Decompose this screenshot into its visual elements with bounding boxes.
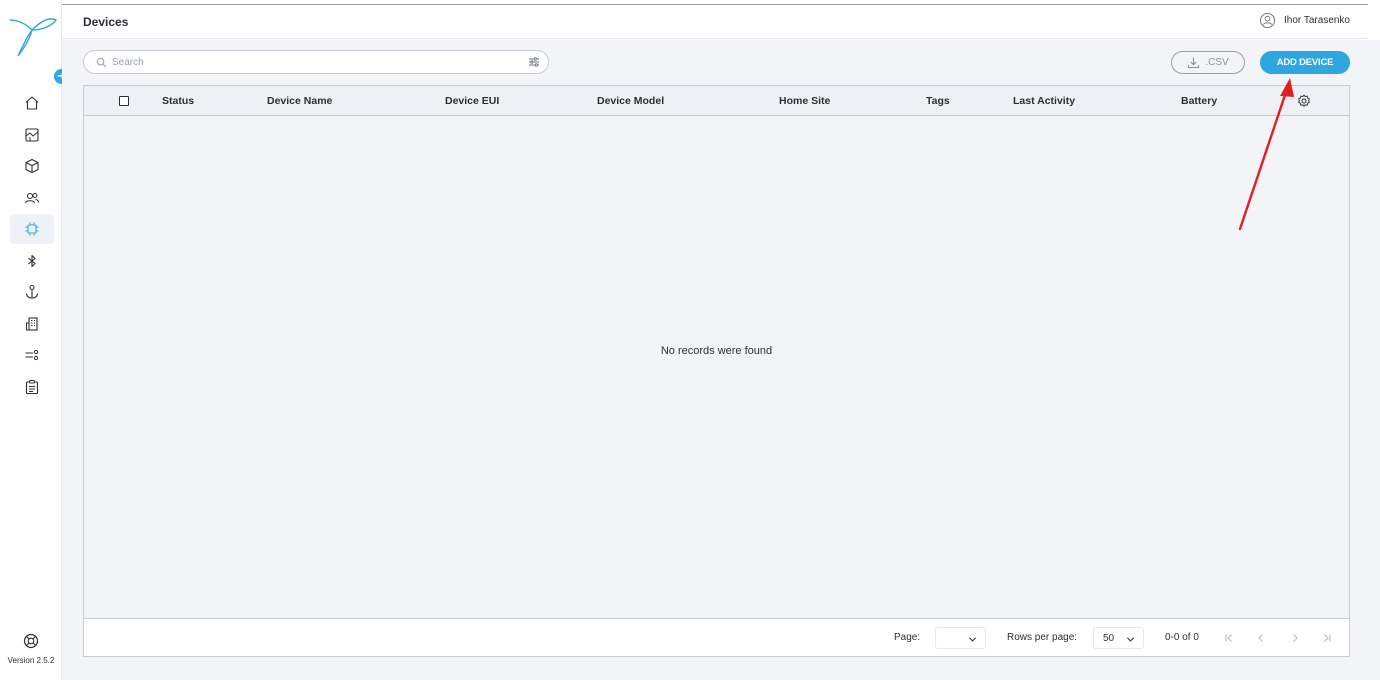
- user-name: Ihor Tarasenko: [1284, 15, 1350, 26]
- rows-per-page-select[interactable]: 50: [1093, 627, 1144, 649]
- add-device-button[interactable]: ADD DEVICE: [1260, 51, 1350, 74]
- column-header-status[interactable]: Status: [162, 95, 194, 107]
- sidebar-item-home[interactable]: [10, 88, 54, 118]
- column-header-battery[interactable]: Battery: [1181, 95, 1217, 107]
- sidebar-item-assets[interactable]: [10, 151, 54, 181]
- empty-state-message: No records were found: [660, 345, 773, 357]
- sidebar-item-devices[interactable]: [10, 214, 54, 244]
- select-all-checkbox[interactable]: [119, 96, 129, 106]
- rules-icon: [25, 349, 39, 361]
- column-header-home-site[interactable]: Home Site: [779, 95, 830, 107]
- filter-sliders-icon[interactable]: [528, 56, 540, 68]
- next-page-button[interactable]: [1285, 628, 1305, 648]
- anchor-icon: [25, 284, 39, 299]
- chevron-down-icon: [968, 637, 977, 642]
- last-page-icon: [1324, 634, 1331, 642]
- export-csv-button[interactable]: .CSV: [1171, 51, 1245, 74]
- sidebar-item-bluetooth[interactable]: [10, 246, 54, 276]
- column-header-last-activity[interactable]: Last Activity: [1013, 95, 1075, 107]
- page-label: Page:: [894, 632, 921, 643]
- column-header-device-name[interactable]: Device Name: [267, 95, 332, 107]
- brand-logo[interactable]: [8, 12, 58, 58]
- column-header-device-eui[interactable]: Device EUI: [445, 95, 499, 107]
- devices-table: Status Device Name Device EUI Device Mod…: [83, 85, 1350, 657]
- chevron-left-icon: [1258, 634, 1263, 642]
- version-label: Version 2.5.2: [7, 656, 55, 665]
- main-content: .CSV ADD DEVICE Status Device Name Devic…: [62, 40, 1380, 680]
- table-pagination: Page: Rows per page: 50 0-0 of 0: [84, 618, 1349, 656]
- sidebar-item-rules[interactable]: [10, 340, 54, 370]
- last-page-button[interactable]: [1317, 628, 1337, 648]
- search-input[interactable]: [112, 54, 522, 70]
- sidebar-item-users[interactable]: [10, 183, 54, 213]
- table-header: Status Device Name Device EUI Device Mod…: [84, 86, 1349, 116]
- page-title: Devices: [83, 15, 129, 29]
- app-window: ➜: [0, 0, 1380, 680]
- search-bar: [83, 50, 549, 74]
- help-icon[interactable]: [22, 632, 40, 650]
- sidebar-item-buildings[interactable]: [10, 309, 54, 339]
- bluetooth-icon: [28, 254, 36, 267]
- first-page-icon: [1225, 634, 1232, 642]
- users-icon: [24, 192, 39, 203]
- user-avatar-icon: [1259, 12, 1276, 29]
- map-icon: [25, 127, 39, 142]
- sidebar: ➜: [0, 0, 69, 680]
- column-settings-gear-icon[interactable]: [1297, 94, 1311, 108]
- cube-icon: [25, 158, 39, 174]
- sidebar-item-reports[interactable]: [10, 372, 54, 402]
- page-select[interactable]: [935, 627, 986, 649]
- sidebar-item-anchors[interactable]: [10, 277, 54, 307]
- column-header-tags[interactable]: Tags: [926, 95, 950, 107]
- export-csv-label: .CSV: [1205, 57, 1229, 68]
- clipboard-icon: [25, 379, 39, 394]
- download-icon: [1188, 57, 1200, 69]
- chip-icon: [25, 222, 39, 236]
- home-icon: [25, 96, 39, 110]
- rows-per-page-label: Rows per page:: [1007, 632, 1078, 643]
- first-page-button[interactable]: [1219, 628, 1239, 648]
- pagination-range: 0-0 of 0: [1165, 632, 1199, 643]
- building-icon: [26, 316, 38, 331]
- column-header-device-model[interactable]: Device Model: [597, 95, 664, 107]
- page-header: Devices Ihor Tarasenko: [62, 5, 1368, 39]
- user-menu[interactable]: Ihor Tarasenko: [1259, 12, 1350, 29]
- sidebar-item-map[interactable]: [10, 120, 54, 150]
- rows-per-page-value: 50: [1103, 633, 1115, 644]
- prev-page-button[interactable]: [1251, 628, 1271, 648]
- chevron-right-icon: [1293, 634, 1298, 642]
- sidebar-nav: [10, 88, 54, 403]
- chevron-down-icon: [1126, 637, 1135, 642]
- search-icon: [96, 57, 107, 68]
